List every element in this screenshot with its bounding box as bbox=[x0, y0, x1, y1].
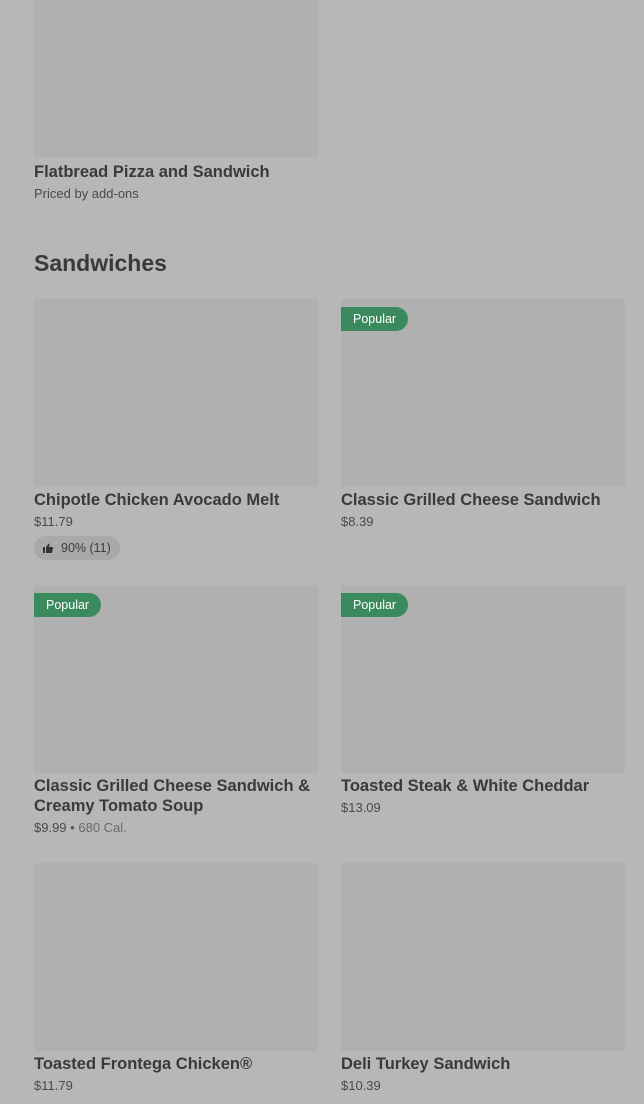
menu-item-toasted-frontega-chicken[interactable]: Toasted Frontega Chicken® $11.79 bbox=[34, 863, 318, 1094]
item-price: $10.39 bbox=[341, 1078, 381, 1093]
item-price: $8.39 bbox=[341, 514, 374, 529]
menu-item-grilled-cheese-tomato-soup[interactable]: Popular Classic Grilled Cheese Sandwich … bbox=[34, 585, 318, 836]
item-price: $13.09 bbox=[341, 800, 381, 815]
menu-item-chipotle-chicken-avocado-melt[interactable]: Chipotle Chicken Avocado Melt $11.79 90%… bbox=[34, 299, 318, 560]
item-image[interactable]: Popular bbox=[341, 299, 625, 487]
item-image[interactable]: Popular bbox=[341, 585, 625, 773]
item-image[interactable]: Popular bbox=[34, 585, 318, 773]
rating-text: 90% (11) bbox=[61, 541, 111, 555]
popular-badge: Popular bbox=[34, 593, 102, 617]
item-name: Toasted Steak & White Cheddar bbox=[341, 777, 590, 795]
item-name: Deli Turkey Sandwich bbox=[341, 1055, 511, 1073]
menu-item-flatbread-pizza-sandwich[interactable]: Flatbread Pizza and Sandwich Priced by a… bbox=[34, 0, 318, 202]
thumbs-up-icon bbox=[43, 543, 54, 553]
popular-badge: Popular bbox=[341, 307, 409, 331]
section-title: Sandwiches bbox=[34, 250, 167, 276]
popular-badge: Popular bbox=[341, 593, 409, 617]
item-calories: 680 Cal. bbox=[78, 820, 127, 835]
item-price: $11.79 bbox=[34, 514, 73, 529]
item-name: Chipotle Chicken Avocado Melt bbox=[34, 491, 280, 509]
separator: • bbox=[70, 820, 75, 835]
item-name: Classic Grilled Cheese Sandwich bbox=[341, 491, 601, 509]
item-name: Flatbread Pizza and Sandwich bbox=[34, 163, 270, 181]
item-price: $11.79 bbox=[34, 1078, 73, 1093]
menu-item-deli-turkey-sandwich[interactable]: Deli Turkey Sandwich $10.39 bbox=[341, 863, 625, 1094]
item-image[interactable] bbox=[34, 863, 318, 1051]
item-name: Toasted Frontega Chicken® bbox=[34, 1055, 253, 1073]
rating-badge: 90% (11) bbox=[34, 536, 120, 560]
item-image[interactable] bbox=[34, 299, 318, 487]
menu-page: Flatbread Pizza and Sandwich Priced by a… bbox=[0, 0, 644, 1104]
item-price: $9.99 bbox=[34, 820, 67, 835]
item-meta: $9.99 • 680 Cal. bbox=[34, 819, 318, 836]
item-image[interactable] bbox=[341, 863, 625, 1051]
item-name: Classic Grilled Cheese Sandwich & Creamy… bbox=[34, 777, 311, 815]
item-image[interactable] bbox=[34, 0, 318, 157]
menu-item-classic-grilled-cheese[interactable]: Popular Classic Grilled Cheese Sandwich … bbox=[341, 299, 625, 530]
menu-item-toasted-steak-white-cheddar[interactable]: Popular Toasted Steak & White Cheddar $1… bbox=[341, 585, 625, 816]
item-price-note: Priced by add-ons bbox=[34, 186, 139, 201]
